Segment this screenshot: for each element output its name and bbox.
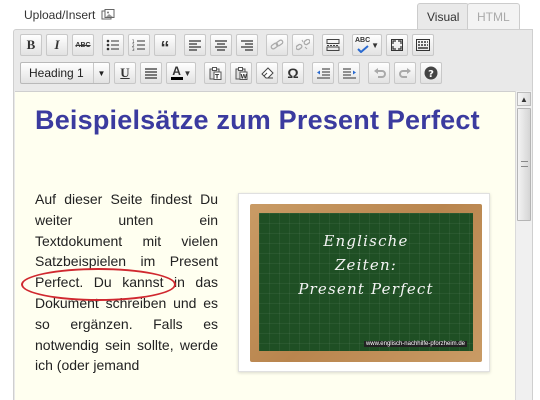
spellcheck-button[interactable]: ABC ▼ bbox=[352, 34, 382, 56]
editor-frame: B I ABC 123 “ ABC ▼ Heading 1 ▼ U A ▼ T … bbox=[13, 29, 533, 400]
unlink-icon bbox=[296, 39, 310, 51]
vertical-scrollbar[interactable]: ▲ bbox=[515, 91, 532, 400]
media-icon[interactable] bbox=[101, 9, 115, 21]
redo-button[interactable] bbox=[394, 62, 416, 84]
special-character-button[interactable]: Ω bbox=[282, 62, 304, 84]
chalkboard-frame: Englische Zeiten: Present Perfect www.en… bbox=[250, 204, 482, 362]
chalkboard: Englische Zeiten: Present Perfect www.en… bbox=[259, 213, 473, 351]
align-left-icon bbox=[189, 39, 201, 51]
strikethrough-label: ABC bbox=[75, 41, 91, 49]
editor-content[interactable]: Beispielsätze zum Present Perfect Auf di… bbox=[15, 91, 515, 400]
justify-icon bbox=[145, 67, 157, 79]
fullscreen-button[interactable] bbox=[386, 34, 408, 56]
tab-visual[interactable]: Visual bbox=[417, 3, 470, 30]
scroll-up-arrow[interactable]: ▲ bbox=[517, 92, 531, 106]
more-tag-icon bbox=[326, 39, 340, 51]
chevron-down-icon[interactable]: ▼ bbox=[184, 69, 192, 78]
indent-icon bbox=[342, 67, 356, 79]
kitchen-sink-button[interactable] bbox=[412, 34, 434, 56]
underline-label: U bbox=[120, 65, 130, 80]
upload-insert-label[interactable]: Upload/Insert bbox=[24, 8, 95, 22]
paste-as-text-button[interactable]: T bbox=[204, 62, 226, 84]
help-icon: ? bbox=[424, 66, 438, 80]
chalkboard-url: www.englisch-nachhilfe-pforzheim.de bbox=[363, 341, 467, 347]
chalkboard-line-1: Englische bbox=[323, 232, 409, 250]
text-color-button[interactable]: A ▼ bbox=[166, 62, 196, 84]
paste-text-icon: T bbox=[209, 66, 221, 80]
justify-button[interactable] bbox=[140, 62, 162, 84]
remove-link-button[interactable] bbox=[292, 34, 314, 56]
toolbar-row-1: B I ABC 123 “ ABC ▼ bbox=[20, 32, 438, 58]
undo-icon bbox=[373, 68, 386, 78]
redo-icon bbox=[398, 68, 411, 78]
undo-button[interactable] bbox=[368, 62, 390, 84]
quote-icon: “ bbox=[160, 38, 170, 58]
italic-button[interactable]: I bbox=[46, 34, 68, 56]
outdent-button[interactable] bbox=[312, 62, 334, 84]
annotation-ellipse bbox=[21, 268, 176, 301]
toolbar-row-2: Heading 1 ▼ U A ▼ T W Ω ? bbox=[20, 60, 446, 86]
content-heading[interactable]: Beispielsätze zum Present Perfect bbox=[35, 107, 495, 134]
spellcheck-icon: ABC bbox=[355, 37, 370, 53]
align-center-button[interactable] bbox=[210, 34, 232, 56]
chalkboard-line-2: Zeiten: bbox=[334, 256, 398, 274]
fullscreen-icon bbox=[391, 39, 403, 51]
align-right-button[interactable] bbox=[236, 34, 258, 56]
svg-text:3: 3 bbox=[132, 47, 135, 51]
link-icon bbox=[270, 39, 284, 50]
insert-more-button[interactable] bbox=[322, 34, 344, 56]
spellcheck-label: ABC bbox=[354, 37, 371, 44]
format-select[interactable]: Heading 1 ▼ bbox=[20, 62, 110, 84]
align-center-icon bbox=[215, 39, 227, 51]
tab-html[interactable]: HTML bbox=[467, 3, 520, 30]
bullet-list-button[interactable] bbox=[102, 34, 124, 56]
text-color-label: A bbox=[172, 64, 181, 78]
kitchen-sink-icon bbox=[416, 39, 430, 51]
help-button[interactable]: ? bbox=[420, 62, 442, 84]
bold-button[interactable]: B bbox=[20, 34, 42, 56]
chevron-down-icon[interactable]: ▼ bbox=[93, 63, 109, 83]
text-color-icon: A bbox=[170, 64, 183, 80]
chalkboard-image[interactable]: Englische Zeiten: Present Perfect www.en… bbox=[238, 193, 490, 372]
blockquote-button[interactable]: “ bbox=[154, 34, 176, 58]
scrollbar-grip bbox=[521, 161, 528, 167]
strikethrough-button[interactable]: ABC bbox=[72, 34, 94, 56]
paste-word-icon: W bbox=[235, 66, 247, 80]
chalkboard-line-3: Present Perfect bbox=[298, 280, 434, 298]
chevron-down-icon[interactable]: ▼ bbox=[371, 41, 379, 50]
remove-format-button[interactable] bbox=[256, 62, 278, 84]
eraser-icon bbox=[260, 67, 274, 79]
format-select-value: Heading 1 bbox=[29, 66, 84, 80]
bullet-list-icon bbox=[106, 39, 119, 51]
indent-button[interactable] bbox=[338, 62, 360, 84]
omega-icon: Ω bbox=[287, 65, 299, 81]
upload-insert-bar[interactable]: Upload/Insert bbox=[24, 8, 115, 22]
numbered-list-icon: 123 bbox=[132, 39, 145, 51]
svg-text:?: ? bbox=[428, 69, 434, 80]
paste-from-word-button[interactable]: W bbox=[230, 62, 252, 84]
outdent-icon bbox=[316, 67, 330, 79]
align-left-button[interactable] bbox=[184, 34, 206, 56]
svg-text:W: W bbox=[240, 73, 247, 80]
insert-link-button[interactable] bbox=[266, 34, 288, 56]
numbered-list-button[interactable]: 123 bbox=[128, 34, 150, 56]
scrollbar-thumb[interactable] bbox=[517, 108, 531, 221]
editor-screen: Upload/Insert Visual HTML B I ABC 123 “ bbox=[0, 0, 540, 400]
align-right-icon bbox=[241, 39, 253, 51]
underline-button[interactable]: U bbox=[114, 62, 136, 84]
